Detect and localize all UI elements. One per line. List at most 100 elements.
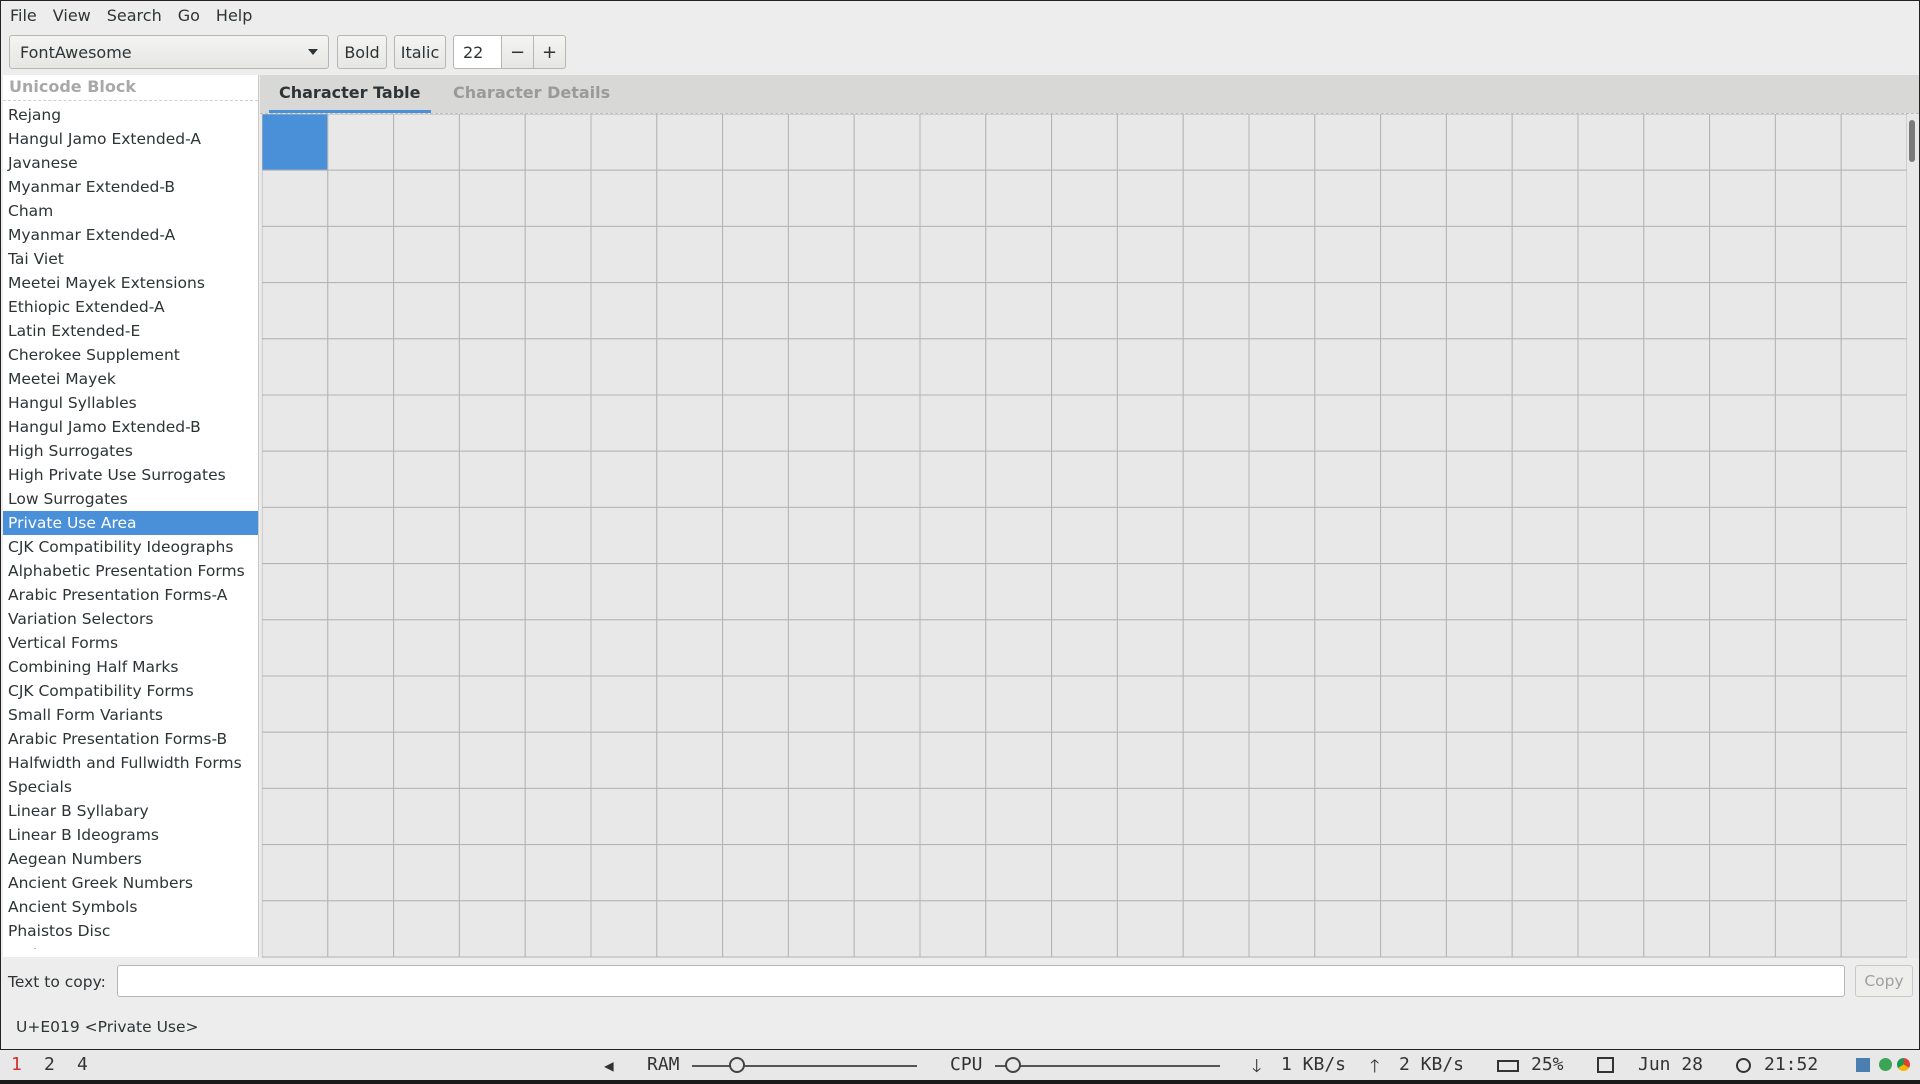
character-cell[interactable]	[590, 619, 658, 677]
character-cell[interactable]	[1840, 338, 1907, 396]
character-cell[interactable]	[458, 844, 526, 902]
character-cell[interactable]	[985, 731, 1053, 789]
character-cell[interactable]	[393, 731, 460, 789]
network-tray-icon[interactable]	[1856, 1058, 1870, 1072]
character-cell[interactable]	[1643, 563, 1711, 621]
character-cell[interactable]	[524, 844, 592, 902]
character-cell[interactable]	[1182, 282, 1250, 340]
character-cell[interactable]	[1643, 114, 1711, 171]
decrease-size-button[interactable]: −	[501, 35, 534, 69]
character-cell[interactable]	[985, 787, 1053, 846]
character-cell[interactable]	[1709, 282, 1776, 340]
character-cell[interactable]	[787, 506, 855, 565]
character-cell[interactable]	[1314, 450, 1382, 508]
character-cell[interactable]	[1643, 506, 1711, 565]
character-cell[interactable]	[327, 900, 395, 958]
character-cell[interactable]	[393, 619, 460, 677]
character-cell[interactable]	[1182, 563, 1250, 621]
list-item[interactable]: Variation Selectors	[3, 607, 258, 631]
character-cell[interactable]	[262, 675, 329, 733]
character-cell[interactable]	[1051, 282, 1118, 340]
character-cell[interactable]	[1380, 675, 1447, 733]
character-cell[interactable]	[1380, 169, 1447, 227]
character-cell[interactable]	[1248, 675, 1316, 733]
character-cell[interactable]	[1840, 394, 1907, 452]
character-cell[interactable]	[1709, 900, 1776, 958]
list-item[interactable]: Combining Half Marks	[3, 655, 258, 679]
character-cell[interactable]	[524, 506, 592, 565]
character-cell[interactable]	[1774, 900, 1842, 958]
character-cell[interactable]	[327, 506, 395, 565]
character-cell[interactable]	[1116, 731, 1184, 789]
italic-button[interactable]: Italic	[394, 35, 446, 69]
character-cell[interactable]	[1051, 338, 1118, 396]
character-cell[interactable]	[1445, 787, 1513, 846]
unicode-block-list[interactable]: Unicode Block Kayah Li RejangHangul Jamo…	[3, 75, 259, 957]
character-cell[interactable]	[1445, 394, 1513, 452]
character-cell[interactable]	[1314, 506, 1382, 565]
character-cell[interactable]	[458, 282, 526, 340]
character-cell[interactable]	[722, 675, 789, 733]
list-item[interactable]: Private Use Area	[3, 511, 258, 535]
character-grid[interactable]	[262, 114, 1907, 958]
character-cell[interactable]	[1445, 900, 1513, 958]
character-cell[interactable]	[1774, 787, 1842, 846]
character-cell[interactable]	[1380, 619, 1447, 677]
character-cell[interactable]	[1840, 844, 1907, 902]
character-cell[interactable]	[590, 169, 658, 227]
character-cell[interactable]	[919, 394, 987, 452]
workspace-1[interactable]: 1	[11, 1054, 22, 1075]
character-cell[interactable]	[1511, 900, 1579, 958]
character-cell[interactable]	[656, 506, 724, 565]
character-cell[interactable]	[1577, 450, 1645, 508]
character-cell[interactable]	[1709, 787, 1776, 846]
character-cell[interactable]	[1248, 731, 1316, 789]
character-cell[interactable]	[1248, 169, 1316, 227]
character-cell[interactable]	[1840, 675, 1907, 733]
menu-search[interactable]: Search	[97, 6, 168, 25]
character-cell[interactable]	[1380, 450, 1447, 508]
character-cell[interactable]	[1577, 619, 1645, 677]
character-cell[interactable]	[1511, 338, 1579, 396]
character-cell[interactable]	[1248, 225, 1316, 284]
character-cell[interactable]	[1051, 619, 1118, 677]
character-cell[interactable]	[1577, 731, 1645, 789]
character-cell[interactable]	[262, 900, 329, 958]
character-cell[interactable]	[262, 506, 329, 565]
character-cell[interactable]	[787, 338, 855, 396]
character-cell[interactable]	[1314, 787, 1382, 846]
character-cell[interactable]	[656, 450, 724, 508]
character-cell[interactable]	[524, 787, 592, 846]
list-item[interactable]: Rejang	[3, 103, 258, 127]
character-cell[interactable]	[458, 506, 526, 565]
character-cell[interactable]	[1577, 394, 1645, 452]
character-cell[interactable]	[1182, 169, 1250, 227]
character-cell[interactable]	[656, 169, 724, 227]
character-cell[interactable]	[262, 225, 329, 284]
character-cell[interactable]	[393, 114, 460, 171]
character-cell[interactable]	[1840, 563, 1907, 621]
character-cell[interactable]	[1051, 169, 1118, 227]
character-cell[interactable]	[1445, 844, 1513, 902]
character-cell[interactable]	[590, 338, 658, 396]
character-cell[interactable]	[524, 900, 592, 958]
character-cell[interactable]	[590, 114, 658, 171]
character-cell[interactable]	[1774, 563, 1842, 621]
character-cell[interactable]	[262, 394, 329, 452]
character-cell[interactable]	[919, 450, 987, 508]
character-cell[interactable]	[1511, 844, 1579, 902]
character-cell[interactable]	[1577, 225, 1645, 284]
vertical-scrollbar[interactable]	[1909, 120, 1915, 162]
character-cell[interactable]	[1774, 394, 1842, 452]
character-cell[interactable]	[1709, 506, 1776, 565]
character-cell[interactable]	[590, 900, 658, 958]
character-cell[interactable]	[919, 619, 987, 677]
character-cell[interactable]	[919, 225, 987, 284]
character-cell[interactable]	[1051, 114, 1118, 171]
list-item[interactable]: Specials	[3, 775, 258, 799]
character-cell[interactable]	[787, 169, 855, 227]
character-cell[interactable]	[919, 114, 987, 171]
character-cell[interactable]	[985, 114, 1053, 171]
character-cell[interactable]	[262, 450, 329, 508]
character-cell[interactable]	[327, 844, 395, 902]
